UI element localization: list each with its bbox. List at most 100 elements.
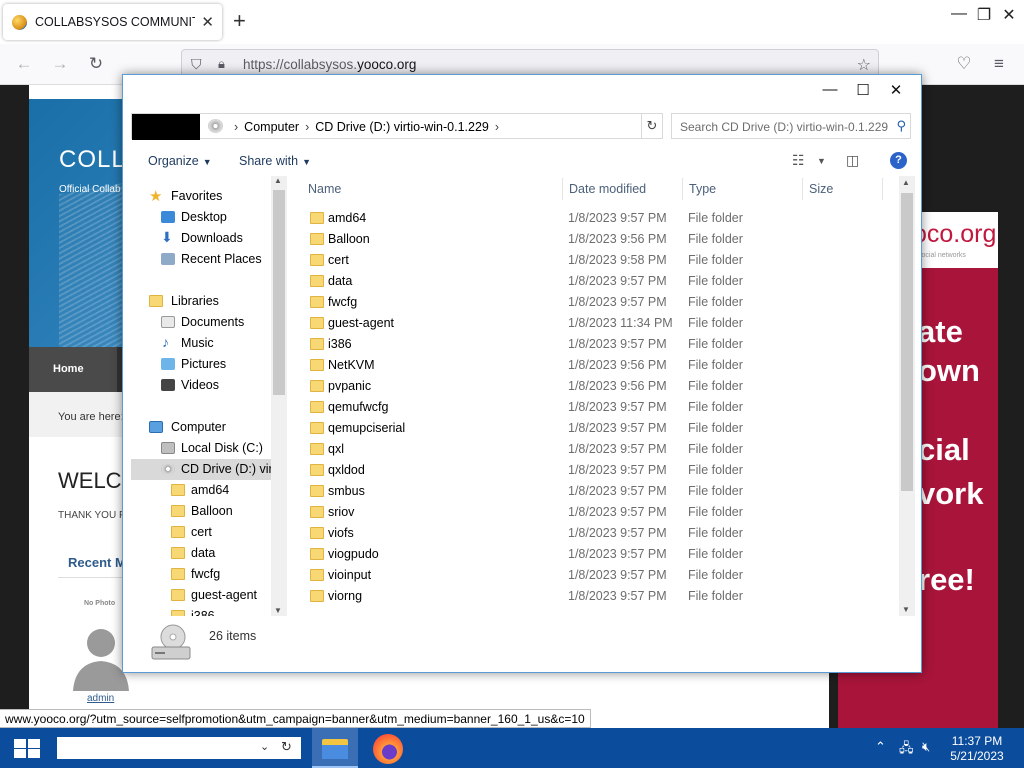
file-row[interactable]: amd64 1/8/2023 9:57 PM File folder	[295, 208, 899, 229]
chevron-up-icon[interactable]: ⌃	[875, 739, 886, 755]
nav-local-disk[interactable]: Local Disk (C:)	[131, 438, 273, 459]
column-name[interactable]: Name	[308, 182, 341, 196]
scroll-up-icon[interactable]: ▲	[902, 178, 910, 187]
volume-muted-icon[interactable]: 🔇︎	[922, 739, 930, 755]
taskbar-file-explorer[interactable]	[312, 728, 358, 768]
file-row[interactable]: viogpudo 1/8/2023 9:57 PM File folder	[295, 544, 899, 565]
back-forward-buttons[interactable]	[132, 114, 200, 140]
column-divider[interactable]	[882, 178, 883, 200]
nav-documents[interactable]: Documents	[131, 312, 273, 333]
file-row[interactable]: sriov 1/8/2023 9:57 PM File folder	[295, 502, 899, 523]
scroll-up-icon[interactable]: ▲	[274, 176, 282, 185]
nav-libraries[interactable]: Libraries	[131, 291, 273, 312]
file-row[interactable]: qxldod 1/8/2023 9:57 PM File folder	[295, 460, 899, 481]
column-size[interactable]: Size	[809, 182, 833, 196]
pocket-icon[interactable]: ♡	[953, 54, 975, 74]
forward-icon[interactable]: →	[49, 54, 71, 74]
nav-subfolder[interactable]: guest-agent	[131, 585, 273, 606]
chevron-right-icon[interactable]: ›	[234, 120, 238, 134]
minimize-icon[interactable]: —	[815, 81, 845, 98]
tracking-shield-icon[interactable]: ⛉	[191, 56, 202, 73]
breadcrumb-computer[interactable]: Computer	[244, 120, 299, 134]
chevron-right-icon[interactable]: ›	[495, 120, 499, 134]
scroll-thumb[interactable]	[273, 190, 285, 395]
nav-subfolder[interactable]: amd64	[131, 480, 273, 501]
lock-icon[interactable]: 🔒︎	[218, 56, 225, 72]
view-options-icon[interactable]: ☷	[792, 152, 805, 169]
nav-favorites[interactable]: ★ Favorites	[131, 186, 273, 207]
nav-computer[interactable]: Computer	[131, 417, 273, 438]
nav-subfolder[interactable]: fwcfg	[131, 564, 273, 585]
file-row[interactable]: fwcfg 1/8/2023 9:57 PM File folder	[295, 292, 899, 313]
nav-subfolder[interactable]: data	[131, 543, 273, 564]
column-type[interactable]: Type	[689, 182, 716, 196]
back-icon[interactable]: ←	[13, 54, 35, 74]
nav-pane-scrollbar[interactable]: ▲ ▼	[271, 176, 287, 616]
refresh-button[interactable]: ↻	[641, 113, 663, 139]
browser-tab[interactable]: COLLABSYSOS COMMUNITY - ✕	[3, 4, 222, 40]
menu-icon[interactable]: ≡	[988, 54, 1010, 74]
network-icon[interactable]: 🖧︎	[899, 739, 914, 761]
file-row[interactable]: qxl 1/8/2023 9:57 PM File folder	[295, 439, 899, 460]
scroll-thumb[interactable]	[901, 193, 913, 491]
reload-icon[interactable]: ↻	[85, 54, 107, 74]
restore-icon[interactable]: ❐	[972, 5, 996, 25]
column-divider[interactable]	[562, 178, 563, 200]
file-list-scrollbar[interactable]: ▲ ▼	[899, 176, 915, 616]
nav-subfolder[interactable]: cert	[131, 522, 273, 543]
url-text[interactable]: https://collabsysos.yooco.org	[243, 57, 416, 72]
bookmark-star-icon[interactable]: ☆	[857, 55, 871, 75]
new-tab-button[interactable]: +	[233, 9, 246, 33]
refresh-icon[interactable]: ↻	[281, 739, 292, 755]
file-row[interactable]: smbus 1/8/2023 9:57 PM File folder	[295, 481, 899, 502]
nav-videos[interactable]: Videos	[131, 375, 273, 396]
taskbar-search-input[interactable]: ⌄ ↻	[57, 737, 301, 759]
nav-home-link[interactable]: Home	[29, 347, 117, 392]
help-icon[interactable]: ?	[890, 152, 907, 169]
nav-subfolder[interactable]: Balloon	[131, 501, 273, 522]
search-input[interactable]: Search CD Drive (D:) virtio-win-0.1.229 …	[671, 113, 911, 139]
file-row[interactable]: pvpanic 1/8/2023 9:56 PM File folder	[295, 376, 899, 397]
file-row[interactable]: viofs 1/8/2023 9:57 PM File folder	[295, 523, 899, 544]
breadcrumb-cd-drive[interactable]: CD Drive (D:) virtio-win-0.1.229	[315, 120, 489, 134]
address-bar[interactable]: › Computer › CD Drive (D:) virtio-win-0.1.2…	[131, 113, 661, 140]
close-window-icon[interactable]: ✕	[997, 5, 1021, 25]
chevron-down-icon[interactable]: ▼	[817, 156, 826, 166]
share-with-button[interactable]: Share with ▼	[239, 154, 311, 168]
taskbar-firefox-icon[interactable]	[373, 734, 403, 764]
column-divider[interactable]	[682, 178, 683, 200]
column-date-modified[interactable]: Date modified	[569, 182, 646, 196]
nav-downloads[interactable]: ⬇ Downloads	[131, 228, 273, 249]
nav-pictures[interactable]: Pictures	[131, 354, 273, 375]
file-row[interactable]: Balloon 1/8/2023 9:56 PM File folder	[295, 229, 899, 250]
organize-button[interactable]: Organize ▼	[148, 154, 212, 168]
scroll-down-icon[interactable]: ▼	[902, 605, 910, 614]
scroll-down-icon[interactable]: ▼	[274, 606, 282, 615]
nav-subfolder[interactable]: i386	[131, 606, 273, 616]
file-row[interactable]: NetKVM 1/8/2023 9:56 PM File folder	[295, 355, 899, 376]
file-row[interactable]: viorng 1/8/2023 9:57 PM File folder	[295, 586, 899, 607]
file-row[interactable]: cert 1/8/2023 9:58 PM File folder	[295, 250, 899, 271]
maximize-icon[interactable]: ☐	[848, 81, 878, 99]
nav-desktop[interactable]: Desktop	[131, 207, 273, 228]
member-admin-link[interactable]: admin	[87, 693, 114, 704]
start-button[interactable]	[14, 739, 40, 758]
nav-recent-places[interactable]: Recent Places	[131, 249, 273, 270]
close-tab-icon[interactable]: ✕	[201, 13, 214, 31]
chevron-down-icon[interactable]: ⌄	[260, 740, 269, 753]
column-divider[interactable]	[802, 178, 803, 200]
file-row[interactable]: qemufwcfg 1/8/2023 9:57 PM File folder	[295, 397, 899, 418]
minimize-icon[interactable]: —	[947, 5, 971, 23]
file-row[interactable]: guest-agent 1/8/2023 11:34 PM File folder	[295, 313, 899, 334]
file-row[interactable]: data 1/8/2023 9:57 PM File folder	[295, 271, 899, 292]
preview-pane-icon[interactable]: ◫	[846, 152, 859, 169]
nav-cd-drive[interactable]: CD Drive (D:) virt	[131, 459, 279, 480]
search-icon[interactable]: ⚲	[896, 118, 906, 134]
nav-music[interactable]: ♪ Music	[131, 333, 273, 354]
file-row[interactable]: vioinput 1/8/2023 9:57 PM File folder	[295, 565, 899, 586]
clock[interactable]: 11:37 PM 5/21/2023	[950, 734, 1004, 764]
chevron-right-icon[interactable]: ›	[305, 120, 309, 134]
close-icon[interactable]: ✕	[881, 81, 911, 99]
file-row[interactable]: qemupciserial 1/8/2023 9:57 PM File folder	[295, 418, 899, 439]
file-row[interactable]: i386 1/8/2023 9:57 PM File folder	[295, 334, 899, 355]
